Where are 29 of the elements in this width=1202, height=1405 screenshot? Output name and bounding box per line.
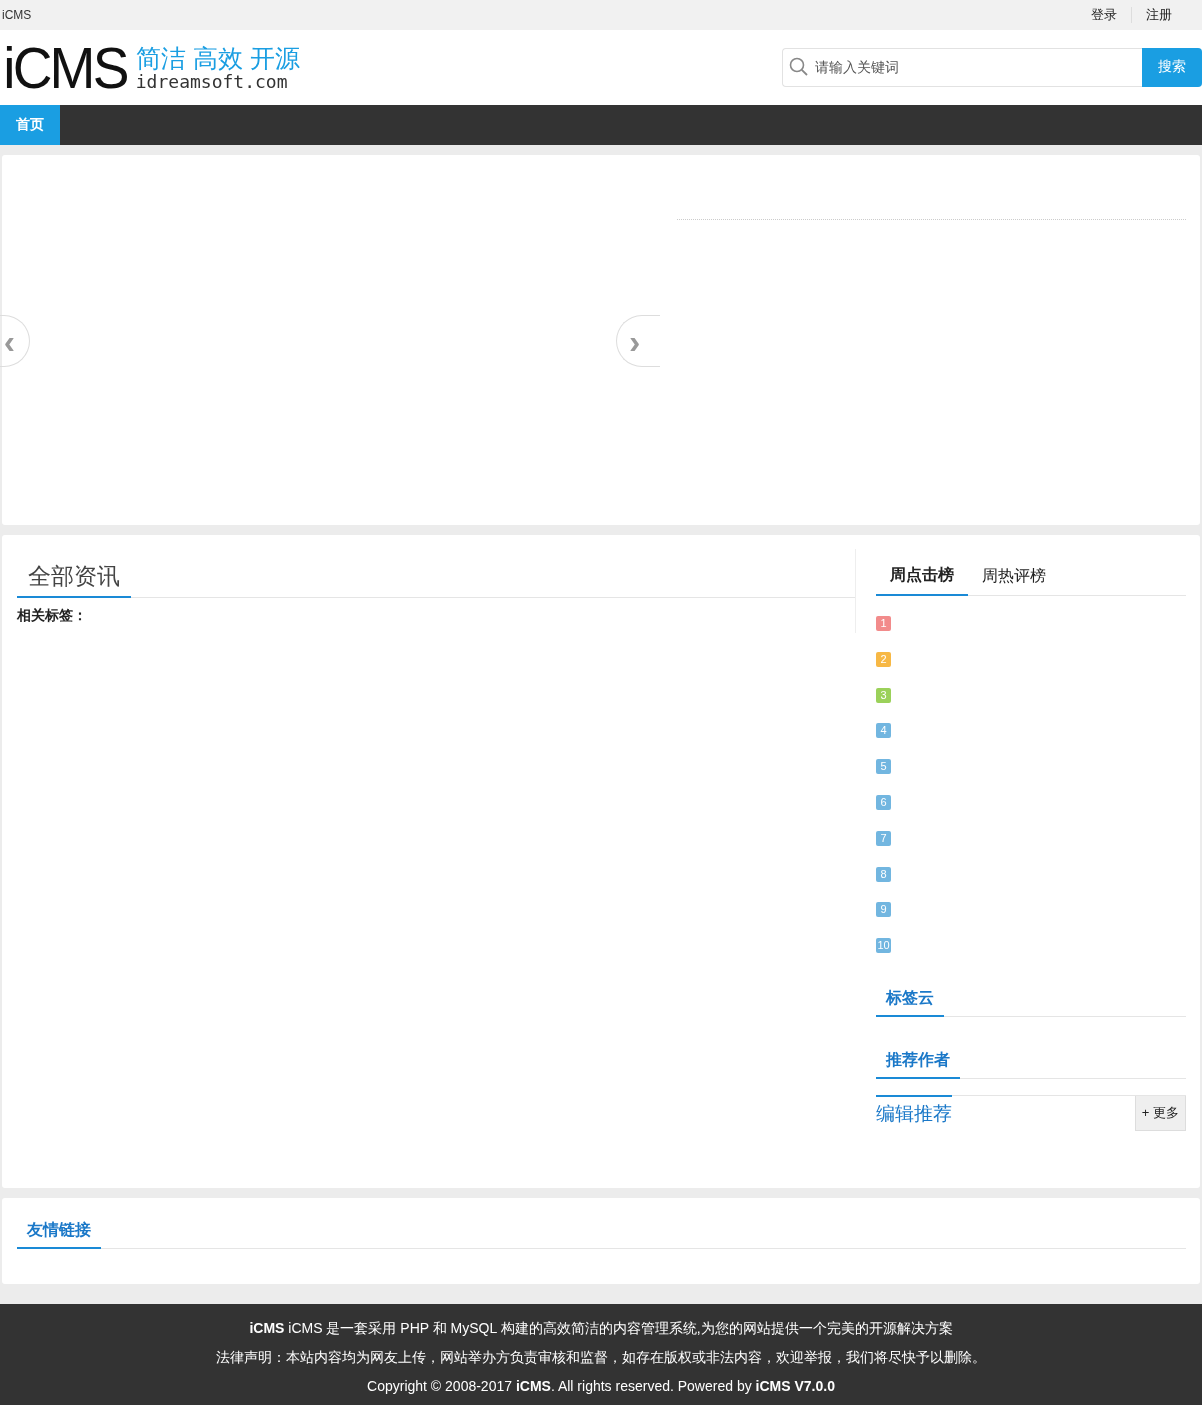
- section-title: 友情链接: [17, 1220, 101, 1249]
- logo-domain: idreamsoft.com: [135, 71, 289, 92]
- search-field[interactable]: 请输入关键词: [782, 47, 1142, 87]
- rank-number: 2: [876, 651, 891, 667]
- footer-text: iCMS iCMS 是一套采用 PHP 和 MySQL 构建的高效简洁的内容管理系统,为您的网站提供一个完美的开源解决方案: [248, 1320, 954, 1337]
- top-link[interactable]: 注册: [1131, 7, 1186, 23]
- rank-number: 10: [876, 938, 891, 954]
- sidebar-heading: 推荐作者: [876, 1049, 960, 1079]
- rank-number: 3: [876, 687, 891, 703]
- rank-number: 8: [876, 866, 891, 882]
- ranking-tab[interactable]: 周点击榜: [876, 565, 968, 596]
- rank-number: 1: [876, 616, 891, 631]
- ranking-tab[interactable]: 周热评榜: [968, 566, 1060, 595]
- logo-slogan: 简洁 高效 开源: [135, 43, 300, 72]
- rank-number: 6: [876, 795, 891, 810]
- rank-number: 9: [876, 902, 891, 918]
- top-link[interactable]: 登录: [1077, 7, 1131, 23]
- sidebar-heading: 编辑推荐: [876, 1094, 952, 1131]
- rank-number: 4: [876, 723, 891, 739]
- footer-text: Copyright © 2008-2017 iCMS. All rights reserved. Powered by iCMS V7.0.0: [366, 1378, 836, 1395]
- sidebar-heading: 标签云: [876, 987, 944, 1017]
- rank-number: 5: [876, 759, 891, 775]
- rank-number: 7: [876, 830, 891, 846]
- footer-text: 法律声明：本站内容均为网友上传，网站举办方负责审核和监督，如存在版权或非法内容，欢迎举报，我们将尽快予以删除。: [215, 1349, 987, 1366]
- tags-label: 相关标签：: [17, 607, 88, 625]
- logo-wordmark: iCMS: [3, 37, 127, 98]
- section-title: 全部资讯: [17, 561, 131, 598]
- more-button[interactable]: + 更多: [1134, 1095, 1186, 1131]
- site-name: iCMS: [2, 8, 32, 22]
